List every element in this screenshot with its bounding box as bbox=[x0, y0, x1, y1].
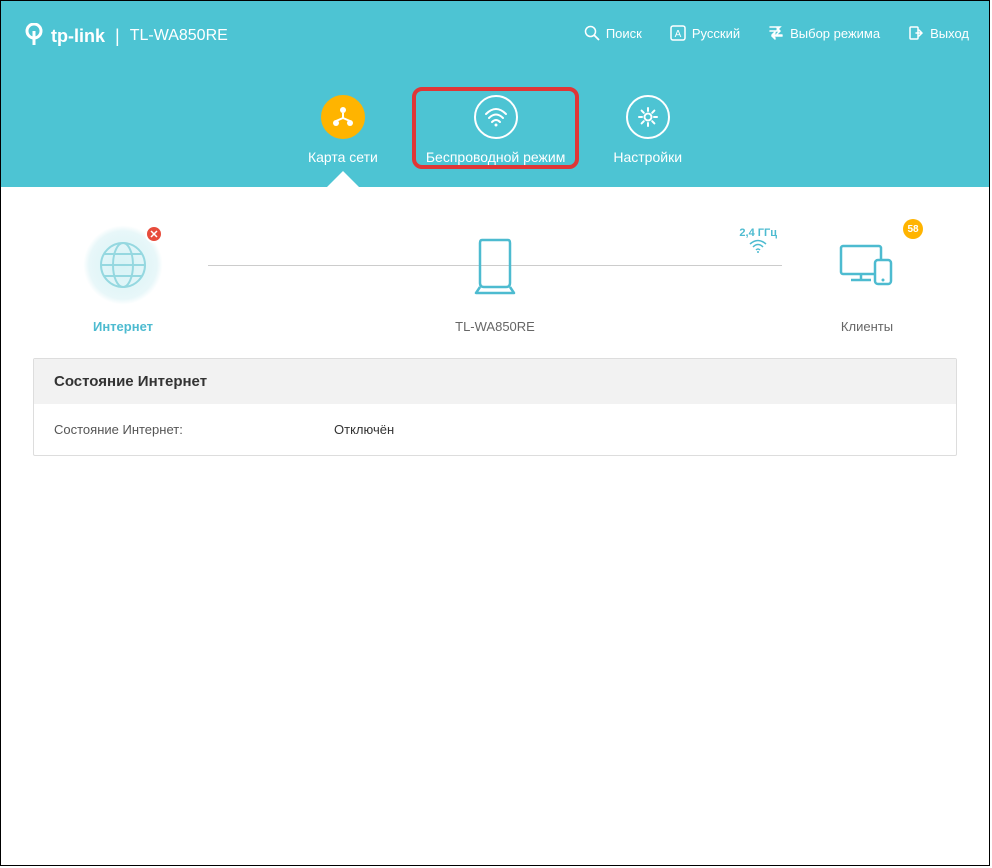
svg-text:A: A bbox=[675, 29, 682, 40]
nav-section: Карта сети Беспроводной режим Настройки bbox=[1, 89, 989, 187]
logout-icon bbox=[908, 25, 924, 41]
brand-logo: tp-link bbox=[21, 23, 105, 49]
ghz-text: 2,4 ГГц bbox=[739, 227, 777, 239]
status-header: Состояние Интернет bbox=[34, 359, 956, 404]
clients-icon bbox=[837, 242, 897, 288]
brand-model: TL-WA850RE bbox=[130, 27, 228, 45]
status-value: Отключён bbox=[334, 422, 394, 437]
device-label: TL-WA850RE bbox=[455, 319, 535, 334]
top-actions: Поиск A Русский Выбор режима Выход bbox=[584, 1, 969, 41]
clients-label: Клиенты bbox=[841, 319, 893, 334]
mode-label: Выбор режима bbox=[790, 26, 880, 41]
nav-map[interactable]: Карта сети bbox=[308, 95, 378, 165]
wifi-icon bbox=[474, 95, 518, 139]
language-label: Русский bbox=[692, 26, 740, 41]
nav-wireless[interactable]: Беспроводной режим bbox=[426, 95, 566, 165]
search-icon bbox=[584, 25, 600, 41]
globe-icon bbox=[83, 225, 163, 305]
network-topology: Интернет 2,4 ГГц TL-WA850RE 58 Клиенты bbox=[73, 225, 917, 334]
extender-icon bbox=[472, 235, 518, 295]
status-label: Состояние Интернет: bbox=[54, 422, 334, 437]
status-panel: Состояние Интернет Состояние Интернет: О… bbox=[33, 358, 957, 456]
nav-settings[interactable]: Настройки bbox=[613, 95, 682, 165]
ghz-badge: 2,4 ГГц bbox=[739, 227, 777, 258]
nav-settings-label: Настройки bbox=[613, 149, 682, 165]
error-badge-icon bbox=[145, 225, 163, 243]
status-body: Состояние Интернет: Отключён bbox=[34, 404, 956, 455]
internet-label: Интернет bbox=[93, 319, 153, 334]
network-map-icon bbox=[321, 95, 365, 139]
logout-label: Выход bbox=[930, 26, 969, 41]
mode-icon bbox=[768, 25, 784, 41]
search-action[interactable]: Поиск bbox=[584, 25, 642, 41]
gear-icon bbox=[626, 95, 670, 139]
device-node[interactable]: TL-WA850RE bbox=[445, 225, 545, 334]
logout-action[interactable]: Выход bbox=[908, 25, 969, 41]
search-label: Поиск bbox=[606, 26, 642, 41]
clients-node[interactable]: 58 Клиенты bbox=[817, 225, 917, 334]
brand-block: tp-link | TL-WA850RE bbox=[21, 1, 228, 49]
language-icon: A bbox=[670, 25, 686, 41]
nav-wireless-label: Беспроводной режим bbox=[426, 149, 566, 165]
internet-node[interactable]: Интернет bbox=[73, 225, 173, 334]
header: tp-link | TL-WA850RE Поиск A Русский Выб… bbox=[1, 1, 989, 89]
nav-active-indicator bbox=[327, 171, 359, 187]
language-action[interactable]: A Русский bbox=[670, 25, 740, 41]
content-area: Интернет 2,4 ГГц TL-WA850RE 58 Клиенты bbox=[1, 187, 989, 484]
nav-map-label: Карта сети bbox=[308, 149, 378, 165]
mode-action[interactable]: Выбор режима bbox=[768, 25, 880, 41]
brand-separator: | bbox=[115, 26, 120, 47]
clients-count-badge: 58 bbox=[903, 219, 923, 239]
brand-name: tp-link bbox=[51, 26, 105, 47]
wifi-signal-icon bbox=[748, 239, 768, 253]
